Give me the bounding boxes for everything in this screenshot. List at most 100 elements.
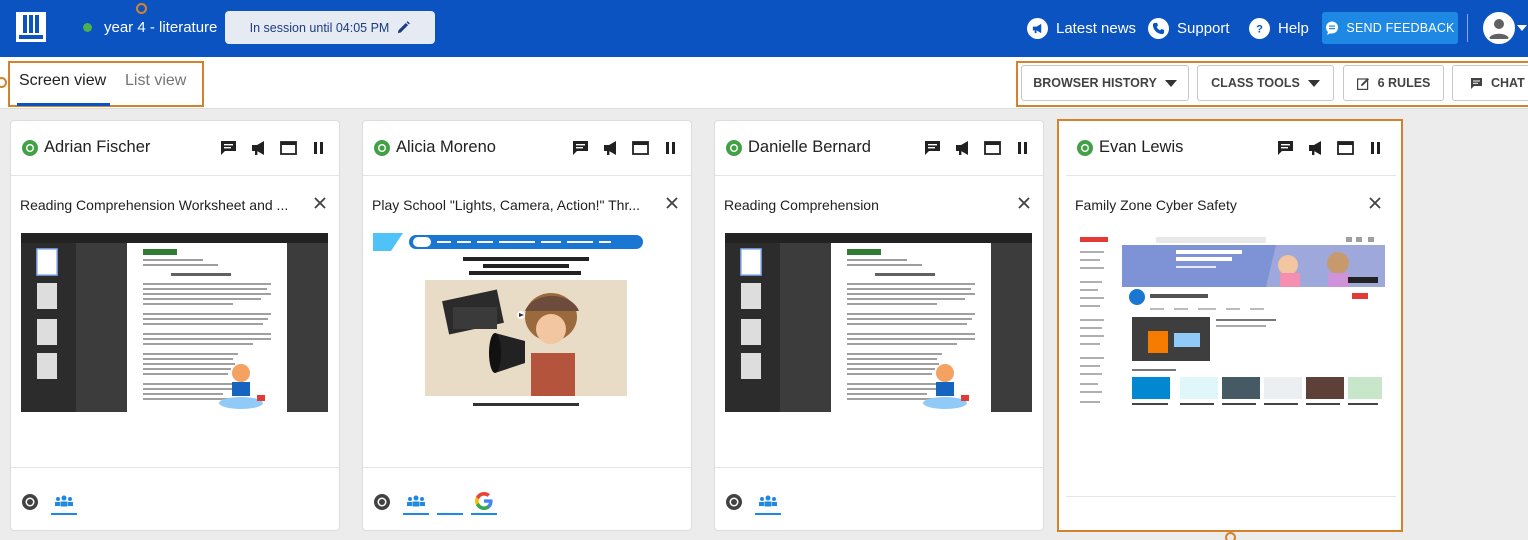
close-icon[interactable]: [1368, 196, 1382, 210]
class-name[interactable]: year 4 - literature: [104, 19, 217, 36]
browser-history-button[interactable]: BROWSER HISTORY: [1021, 65, 1189, 101]
group-icon[interactable]: [755, 489, 781, 515]
active-tab-title: Reading Comprehension: [724, 197, 879, 213]
chat-icon: [1471, 77, 1482, 89]
document-thumbnail: [725, 233, 1032, 412]
session-label: In session until 04:05 PM: [249, 20, 390, 35]
latest-news-label: Latest news: [1056, 19, 1137, 37]
svg-text:?: ?: [1256, 23, 1263, 34]
rules-button[interactable]: 6 RULES: [1343, 65, 1444, 101]
student-name: Adrian Fischer: [44, 138, 151, 156]
tab-list-view[interactable]: List view: [125, 72, 186, 90]
toolbar: Screen view List view BROWSER HISTORY CL…: [0, 57, 1528, 109]
card-header: Evan Lewis: [1066, 121, 1396, 176]
student-card[interactable]: Danielle Bernard Reading Comprehension: [714, 120, 1044, 531]
latest-news-link[interactable]: Latest news: [1027, 16, 1136, 40]
card-divider: [1066, 496, 1396, 497]
card-divider: [363, 467, 691, 468]
chrome-status-icon: [374, 140, 390, 156]
app-logo-icon[interactable]: [16, 12, 46, 42]
webpage-thumbnail: [1076, 233, 1385, 412]
help-label: Help: [1278, 19, 1309, 37]
help-icon: ?: [1249, 17, 1270, 39]
screen-thumbnail[interactable]: [725, 233, 1032, 412]
open-window-icon[interactable]: [1337, 140, 1354, 156]
chat-label: CHAT: [1491, 76, 1525, 90]
close-icon[interactable]: [665, 196, 679, 210]
card-header: Adrian Fischer: [11, 121, 339, 176]
student-name: Danielle Bernard: [748, 138, 871, 156]
chevron-down-icon[interactable]: [1517, 25, 1527, 31]
message-icon[interactable]: [220, 140, 237, 156]
chrome-icon[interactable]: [369, 489, 395, 515]
close-icon[interactable]: [1017, 196, 1031, 210]
active-tab-title: Family Zone Cyber Safety: [1075, 197, 1237, 213]
tab-screen-view[interactable]: Screen view: [19, 72, 106, 90]
open-window-icon[interactable]: [984, 140, 1001, 156]
message-icon[interactable]: [924, 140, 941, 156]
announce-icon[interactable]: [954, 140, 971, 156]
support-link[interactable]: Support: [1148, 16, 1230, 40]
screen-thumbnail[interactable]: [1076, 233, 1385, 412]
session-timer-button[interactable]: In session until 04:05 PM: [225, 11, 435, 44]
active-tab-title: Play School "Lights, Camera, Action!" Th…: [372, 197, 641, 213]
pencil-icon: [398, 21, 411, 34]
card-header: Danielle Bernard: [715, 121, 1043, 176]
group-icon[interactable]: [403, 489, 429, 515]
group-icon[interactable]: [51, 489, 77, 515]
announce-icon[interactable]: [602, 140, 619, 156]
class-tools-button[interactable]: CLASS TOOLS: [1197, 65, 1334, 101]
announce-icon[interactable]: [250, 140, 267, 156]
pause-icon[interactable]: [310, 140, 327, 156]
send-feedback-label: SEND FEEDBACK: [1346, 21, 1455, 35]
user-avatar[interactable]: [1483, 12, 1515, 44]
card-header: Alicia Moreno: [363, 121, 691, 176]
student-card[interactable]: Alicia Moreno Play School "Lights, Camer…: [362, 120, 692, 531]
send-feedback-button[interactable]: SEND FEEDBACK: [1322, 12, 1458, 44]
student-card[interactable]: Adrian Fischer Reading Comprehension Wor…: [10, 120, 340, 531]
message-icon[interactable]: [1277, 140, 1294, 156]
student-name: Evan Lewis: [1099, 138, 1184, 156]
caret-down-icon: [1307, 79, 1320, 87]
browser-history-label: BROWSER HISTORY: [1033, 76, 1157, 90]
chat-button[interactable]: CHAT: [1452, 65, 1528, 101]
message-icon[interactable]: [572, 140, 589, 156]
pause-icon[interactable]: [662, 140, 679, 156]
screen-thumbnail[interactable]: [21, 233, 328, 412]
class-tools-label: CLASS TOOLS: [1211, 76, 1300, 90]
open-window-icon[interactable]: [280, 140, 297, 156]
active-tab-title: Reading Comprehension Worksheet and ...: [20, 197, 289, 213]
card-divider: [715, 467, 1043, 468]
support-label: Support: [1177, 19, 1230, 37]
chrome-icon[interactable]: [17, 489, 43, 515]
student-card[interactable]: Evan Lewis Family Zone Cyber Safety: [1057, 119, 1403, 532]
pause-icon[interactable]: [1367, 140, 1384, 156]
blank-tab-icon[interactable]: [437, 489, 463, 515]
megaphone-icon: [1027, 17, 1048, 39]
screen-thumbnail[interactable]: [373, 233, 680, 412]
pause-icon[interactable]: [1014, 140, 1031, 156]
webpage-thumbnail: [373, 233, 680, 412]
open-window-icon[interactable]: [632, 140, 649, 156]
card-divider: [11, 467, 339, 468]
divider: [1467, 14, 1468, 42]
rules-label: 6 RULES: [1377, 76, 1431, 90]
active-tab-indicator: [17, 103, 110, 106]
caret-down-icon: [1164, 79, 1177, 87]
google-icon[interactable]: [471, 489, 497, 515]
annotation-marker: [136, 3, 147, 14]
student-name: Alicia Moreno: [396, 138, 496, 156]
announce-icon[interactable]: [1307, 140, 1324, 156]
top-bar: year 4 - literature In session until 04:…: [0, 0, 1528, 57]
chrome-icon[interactable]: [721, 489, 747, 515]
document-thumbnail: [21, 233, 328, 412]
chrome-status-icon: [1077, 140, 1093, 156]
phone-icon: [1148, 17, 1169, 39]
help-link[interactable]: ? Help: [1249, 16, 1309, 40]
chrome-status-icon: [22, 140, 38, 156]
chrome-status-icon: [726, 140, 742, 156]
close-icon[interactable]: [313, 196, 327, 210]
feedback-icon: [1326, 21, 1339, 35]
annotation-marker: [1225, 532, 1236, 540]
session-status-dot: [83, 23, 92, 32]
